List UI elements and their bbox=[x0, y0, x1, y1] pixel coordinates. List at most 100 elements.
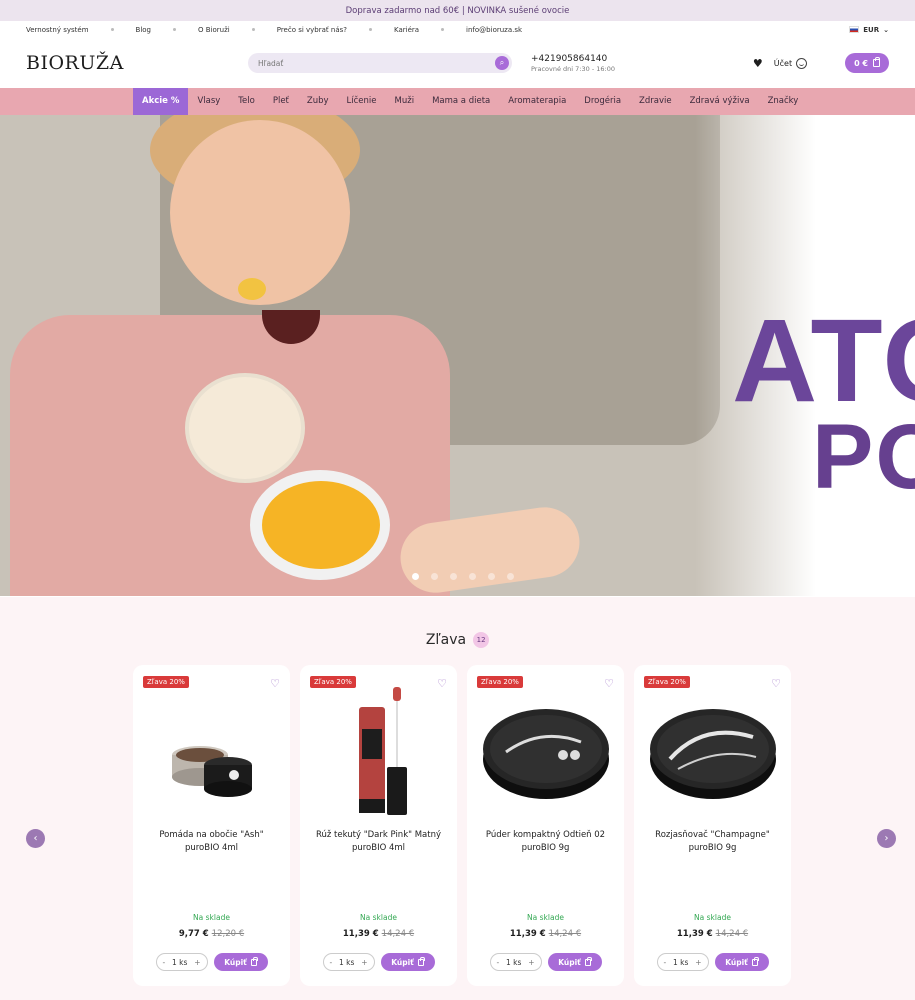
nav-item-skin[interactable]: Pleť bbox=[264, 88, 298, 115]
carousel-dot[interactable] bbox=[412, 573, 419, 580]
shopping-bag-icon bbox=[250, 956, 258, 966]
link-why-us[interactable]: Prečo si vybrať nás? bbox=[277, 26, 347, 34]
product-card[interactable]: Zľava 20% ♡ Rozjasňovač "Champagne" puro… bbox=[634, 665, 791, 986]
separator-dot bbox=[441, 28, 445, 31]
product-image[interactable] bbox=[467, 687, 624, 817]
carousel-dot[interactable] bbox=[507, 573, 514, 580]
plus-icon[interactable]: + bbox=[194, 958, 200, 967]
hero-headline-line2: PO bbox=[812, 406, 915, 508]
product-image[interactable] bbox=[133, 687, 290, 817]
stock-status: Na sklade bbox=[193, 913, 230, 922]
hero-image-cream bbox=[262, 481, 380, 569]
phone-number[interactable]: +421905864140 bbox=[531, 54, 615, 64]
product-name[interactable]: Pomáda na obočie "Ash" puroBIO 4ml bbox=[143, 829, 280, 855]
site-header: BIORUŽA ⌕ +421905864140 Pracovné dni 7:3… bbox=[0, 38, 915, 88]
price: 11,39 €14,24 € bbox=[467, 929, 624, 939]
buy-button[interactable]: Kúpiť bbox=[213, 953, 268, 971]
old-price: 12,20 € bbox=[211, 929, 245, 939]
carousel-dot[interactable] bbox=[431, 573, 438, 580]
price: 11,39 €14,24 € bbox=[634, 929, 791, 939]
wishlist-heart-icon[interactable]: ♥ bbox=[753, 57, 763, 70]
quantity-stepper[interactable]: - 1 ks + bbox=[489, 953, 542, 971]
product-count-badge: 12 bbox=[473, 632, 490, 648]
search-input[interactable] bbox=[258, 58, 495, 68]
link-blog[interactable]: Blog bbox=[136, 26, 151, 34]
plus-icon[interactable]: + bbox=[528, 958, 534, 967]
hero-banner[interactable]: ATO PO bbox=[0, 115, 915, 596]
top-links-bar: Vernostný systém Blog O Bioruži Prečo si… bbox=[0, 21, 915, 38]
nav-item-brands[interactable]: Značky bbox=[759, 88, 808, 115]
logo[interactable]: BIORUŽA bbox=[26, 52, 248, 74]
search-icon[interactable]: ⌕ bbox=[495, 56, 509, 70]
carousel-prev-button[interactable]: ‹ bbox=[26, 829, 45, 848]
cart-button[interactable]: 0 € bbox=[845, 53, 889, 73]
product-card[interactable]: Zľava 20% ♡ Púder kompaktný Odtieň 02 pu… bbox=[467, 665, 624, 986]
nav-item-sales[interactable]: Akcie % bbox=[133, 88, 189, 115]
product-actions: - 1 ks + Kúpiť bbox=[133, 953, 290, 971]
nav-item-healthy-food[interactable]: Zdravá výživa bbox=[681, 88, 759, 115]
account-link[interactable]: Účet bbox=[773, 57, 808, 69]
current-price: 11,39 € bbox=[509, 929, 546, 939]
flag-icon bbox=[849, 26, 860, 33]
minus-icon[interactable]: - bbox=[330, 958, 333, 967]
currency-selector[interactable]: EUR ⌄ bbox=[849, 26, 889, 34]
category-nav: Akcie % Vlasy Telo Pleť Zuby Líčenie Muž… bbox=[0, 88, 915, 115]
nav-item-body[interactable]: Telo bbox=[229, 88, 264, 115]
buy-button[interactable]: Kúpiť bbox=[380, 953, 435, 971]
plus-icon[interactable]: + bbox=[361, 958, 367, 967]
user-face-icon bbox=[796, 57, 808, 69]
nav-item-health[interactable]: Zdravie bbox=[630, 88, 681, 115]
quantity-stepper[interactable]: - 1 ks + bbox=[322, 953, 375, 971]
nav-item-hair[interactable]: Vlasy bbox=[188, 88, 229, 115]
nav-item-aromatherapy[interactable]: Aromaterapia bbox=[499, 88, 575, 115]
carousel-dot[interactable] bbox=[450, 573, 457, 580]
nav-item-mother-child[interactable]: Mama a dieta bbox=[423, 88, 499, 115]
minus-icon[interactable]: - bbox=[664, 958, 667, 967]
quantity-stepper[interactable]: - 1 ks + bbox=[656, 953, 709, 971]
product-carousel: Zľava 20% ♡ Pomáda na obočie "Ash" puroB… bbox=[133, 665, 791, 986]
minus-icon[interactable]: - bbox=[163, 958, 166, 967]
hero-image-cream-on-cheek bbox=[238, 278, 266, 300]
nav-item-makeup[interactable]: Líčenie bbox=[338, 88, 386, 115]
buy-button[interactable]: Kúpiť bbox=[547, 953, 602, 971]
link-loyalty[interactable]: Vernostný systém bbox=[26, 26, 89, 34]
opening-hours: Pracovné dni 7:30 - 16:00 bbox=[531, 64, 615, 73]
account-label: Účet bbox=[773, 58, 793, 68]
quantity-value: 1 ks bbox=[172, 957, 188, 967]
quantity-value: 1 ks bbox=[339, 957, 355, 967]
carousel-dot[interactable] bbox=[469, 573, 476, 580]
carousel-next-button[interactable]: › bbox=[877, 829, 896, 848]
product-actions: - 1 ks + Kúpiť bbox=[634, 953, 791, 971]
search-bar: ⌕ bbox=[248, 53, 512, 73]
shopping-bag-icon bbox=[417, 956, 425, 966]
nav-item-men[interactable]: Muži bbox=[386, 88, 424, 115]
buy-label: Kúpiť bbox=[391, 957, 414, 967]
nav-item-teeth[interactable]: Zuby bbox=[298, 88, 338, 115]
quantity-value: 1 ks bbox=[673, 957, 689, 967]
old-price: 14,24 € bbox=[548, 929, 582, 939]
shopping-bag-icon bbox=[751, 956, 759, 966]
product-actions: - 1 ks + Kúpiť bbox=[300, 953, 457, 971]
link-about[interactable]: O Bioruži bbox=[198, 26, 230, 34]
product-card[interactable]: Zľava 20% ♡ Pomáda na obočie "Ash" puroB… bbox=[133, 665, 290, 986]
product-name[interactable]: Rozjasňovač "Champagne" puroBIO 9g bbox=[644, 829, 781, 855]
buy-button[interactable]: Kúpiť bbox=[714, 953, 769, 971]
old-price: 14,24 € bbox=[715, 929, 749, 939]
product-image[interactable] bbox=[634, 687, 791, 817]
header-actions: ♥ Účet 0 € bbox=[753, 53, 889, 73]
quantity-stepper[interactable]: - 1 ks + bbox=[155, 953, 208, 971]
product-name[interactable]: Rúž tekutý "Dark Pink" Matný puroBIO 4ml bbox=[310, 829, 447, 855]
nav-item-drugstore[interactable]: Drogéria bbox=[575, 88, 630, 115]
buy-label: Kúpiť bbox=[725, 957, 748, 967]
product-name[interactable]: Púder kompaktný Odtieň 02 puroBIO 9g bbox=[477, 829, 614, 855]
carousel-dot[interactable] bbox=[488, 573, 495, 580]
product-card[interactable]: Zľava 20% ♡ Rúž tekutý "Dark Pink" Matný… bbox=[300, 665, 457, 986]
stock-status: Na sklade bbox=[527, 913, 564, 922]
link-career[interactable]: Kariéra bbox=[394, 26, 419, 34]
separator-dot bbox=[368, 28, 372, 31]
plus-icon[interactable]: + bbox=[695, 958, 701, 967]
minus-icon[interactable]: - bbox=[497, 958, 500, 967]
product-image[interactable] bbox=[300, 687, 457, 817]
cart-total: 0 € bbox=[854, 58, 868, 68]
link-email[interactable]: info@bioruza.sk bbox=[466, 26, 522, 34]
